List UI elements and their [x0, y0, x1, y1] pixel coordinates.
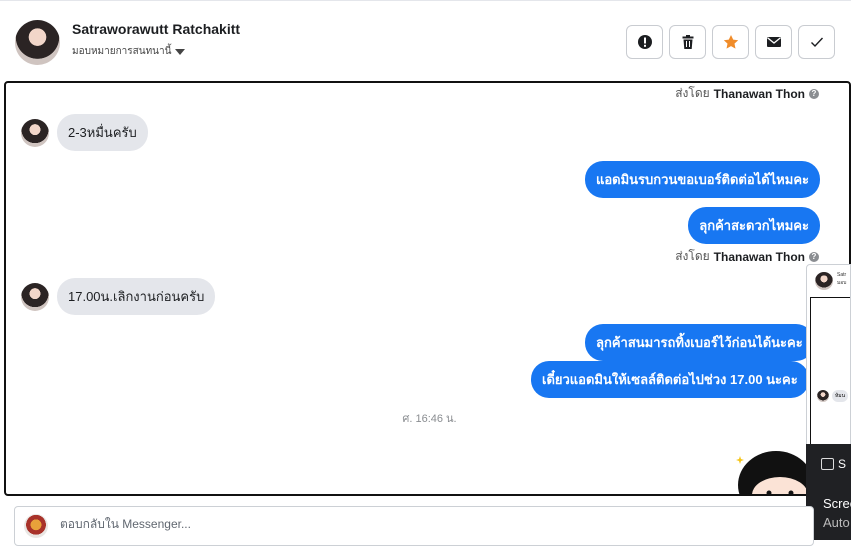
popup-header-text: Satr มอบ — [837, 272, 847, 286]
message-row-incoming: 17.00น.เลิกงานก่อนครับ — [21, 278, 216, 315]
message-thread[interactable]: ส่งโดย Thanawan Thon ? 2-3หมื่นครับ แอดม… — [4, 81, 851, 496]
popup-message: ห้มน — [832, 390, 849, 402]
outgoing-message[interactable]: ลุกค้าสนมารถทิ้งเบอร์ไว้ก่อนได้นะคะ — [585, 324, 814, 361]
popup-message-row: ห้มน — [817, 390, 849, 402]
mark-unread-button[interactable] — [755, 25, 792, 59]
assign-label: มอบหมายการสนทนานี้ — [72, 46, 172, 57]
envelope-icon — [766, 37, 781, 47]
calendar-icon — [821, 458, 834, 470]
mark-done-button[interactable] — [798, 25, 835, 59]
report-button[interactable] — [626, 25, 663, 59]
sent-by-label: ส่งโดย Thanawan Thon ? — [675, 247, 819, 266]
sent-by-label: ส่งโดย Thanawan Thon ? — [675, 84, 819, 103]
sender-avatar — [21, 282, 49, 311]
message-timestamp: ศ. 16:46 น. — [402, 413, 457, 425]
reply-input[interactable] — [60, 517, 660, 531]
popup-avatar — [815, 272, 833, 290]
delete-button[interactable] — [669, 25, 706, 59]
toast-title: Scree — [823, 496, 851, 511]
page-avatar — [24, 514, 48, 538]
caret-down-icon — [175, 48, 186, 55]
star-icon — [723, 35, 738, 49]
help-icon[interactable]: ? — [809, 88, 819, 99]
outgoing-message[interactable]: ลุกค้าสะดวกไหมคะ — [688, 207, 820, 244]
outgoing-message[interactable]: แอดมินรบกวนขอเบอร์ติดต่อได้ไหมคะ — [584, 161, 820, 198]
check-icon — [810, 37, 823, 48]
outgoing-message[interactable]: เดี๋ยวแอดมินให้เซลล์ติดต่อไปช่วง 17.00 น… — [531, 361, 809, 398]
reply-composer — [14, 506, 814, 546]
help-icon[interactable]: ? — [809, 251, 819, 262]
sender-avatar — [21, 118, 49, 147]
star-button[interactable] — [712, 25, 749, 59]
conversation-header: Satraworawutt Ratchakitt มอบหมายการสนทนา… — [0, 0, 851, 82]
action-toolbar — [626, 25, 835, 59]
toast-subtitle: Auto — [823, 515, 850, 530]
assign-conversation-dropdown[interactable]: มอบหมายการสนทนานี้ — [72, 44, 186, 59]
popup-thread — [810, 297, 850, 445]
sticker-image — [736, 451, 814, 494]
exclamation-circle-icon — [637, 35, 652, 49]
popup-sender-avatar — [817, 390, 829, 402]
incoming-message[interactable]: 2-3หมื่นครับ — [57, 114, 148, 151]
message-row-incoming: 2-3หมื่นครับ — [21, 114, 148, 151]
incoming-message[interactable]: 17.00น.เลิกงานก่อนครับ — [57, 278, 216, 315]
trash-icon — [682, 35, 693, 49]
contact-avatar[interactable] — [15, 20, 60, 65]
toast-label: S — [838, 457, 847, 471]
contact-name[interactable]: Satraworawutt Ratchakitt — [72, 21, 240, 37]
